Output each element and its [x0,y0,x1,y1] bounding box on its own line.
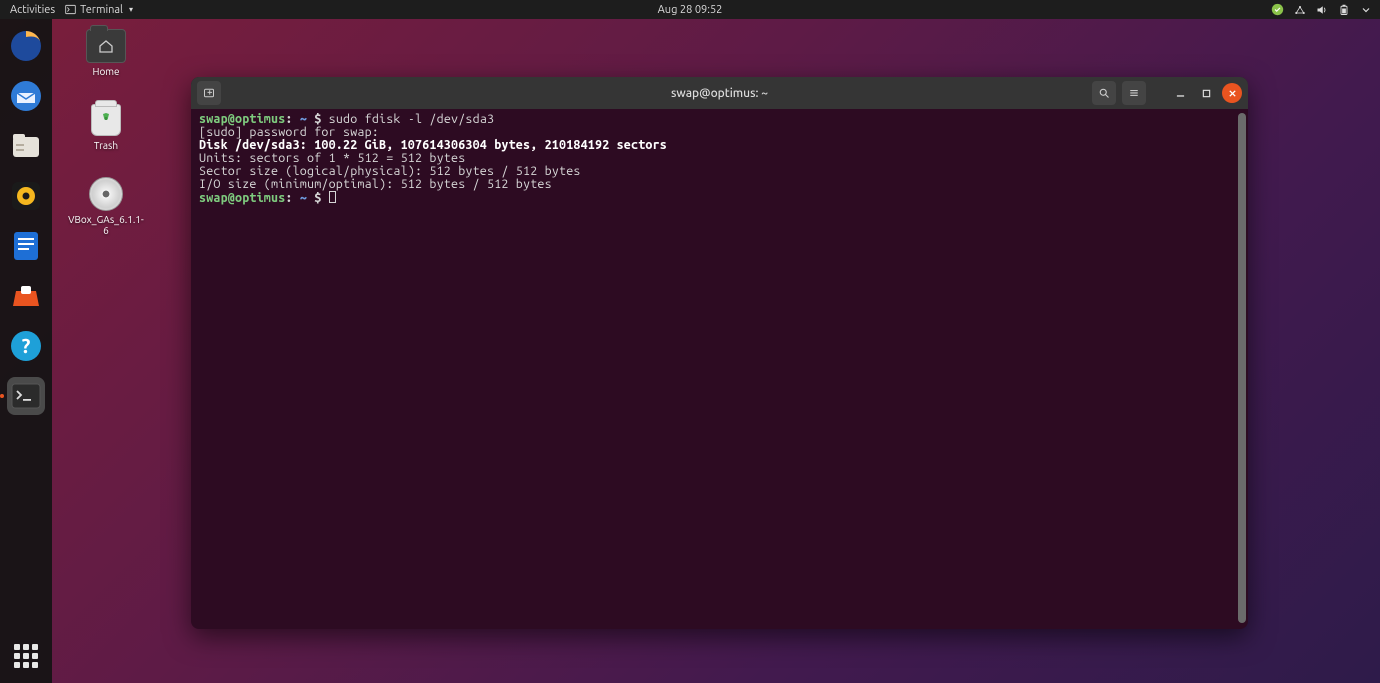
prompt-sep: : [285,112,299,126]
desktop-icon-disc[interactable]: VBox_GAs_6.1.1-6 [66,177,146,236]
app-menu[interactable]: Terminal ▾ [65,4,133,16]
app-menu-label: Terminal [80,4,123,16]
dock-item-terminal[interactable] [7,377,45,415]
dock-item-firefox[interactable] [7,27,45,65]
prompt-dollar: $ [307,191,329,205]
new-tab-button[interactable] [197,81,221,105]
battery-icon[interactable] [1338,4,1350,16]
trash-icon [91,104,121,136]
terminal-menu-button[interactable] [1122,81,1146,105]
terminal-body[interactable]: swap@optimus: ~ $ sudo fdisk -l /dev/sda… [191,109,1248,629]
terminal-search-button[interactable] [1092,81,1116,105]
top-panel: Activities Terminal ▾ Aug 28 09:52 [0,0,1380,19]
window-close-button[interactable] [1222,83,1242,103]
terminal-command: sudo fdisk -l /dev/sda3 [329,112,495,126]
desktop-icon-home[interactable]: Home [66,29,146,77]
dock-item-thunderbird[interactable] [7,77,45,115]
svg-text:?: ? [22,334,31,357]
dock-item-rhythmbox[interactable] [7,177,45,215]
cursor [329,191,336,203]
prompt-user: swap@optimus [199,112,285,126]
desktop-icon-trash[interactable]: Trash [66,103,146,151]
volume-icon[interactable] [1316,4,1328,16]
dock: ? [0,19,52,683]
terminal-window: swap@optimus: ~ swap@optimus: ~ $ sudo f… [191,77,1248,629]
dock-item-software[interactable] [7,277,45,315]
disc-icon [11,431,41,461]
desktop-icon-label: Trash [66,140,146,151]
system-caret-icon[interactable] [1360,4,1372,16]
terminal-header: swap@optimus: ~ [191,77,1248,109]
dock-item-writer[interactable] [7,227,45,265]
prompt-user: swap@optimus [199,191,285,205]
terminal-output-line: I/O size (minimum/optimal): 512 bytes / … [199,178,1240,191]
prompt-dollar: $ [307,112,329,126]
window-minimize-button[interactable] [1170,83,1190,103]
network-icon[interactable] [1294,4,1306,16]
activities-button[interactable]: Activities [10,4,55,16]
dock-item-files[interactable] [7,127,45,165]
terminal-scrollbar[interactable] [1238,113,1246,623]
dock-item-help[interactable]: ? [7,327,45,365]
desktop-icon-label: VBox_GAs_6.1.1-6 [66,214,146,236]
prompt-path: ~ [300,112,307,126]
disc-icon [89,177,123,211]
prompt-path: ~ [300,191,307,205]
prompt-sep: : [285,191,299,205]
caret-down-icon: ▾ [129,5,133,14]
update-ok-icon[interactable] [1271,3,1284,16]
dock-item-disc[interactable] [7,427,45,465]
desktop-icon-label: Home [66,66,146,77]
terminal-icon [65,4,76,15]
window-title: swap@optimus: ~ [671,87,768,100]
window-maximize-button[interactable] [1196,83,1216,103]
folder-icon [86,29,126,63]
show-applications-button[interactable] [11,641,41,671]
clock[interactable]: Aug 28 09:52 [658,4,723,16]
